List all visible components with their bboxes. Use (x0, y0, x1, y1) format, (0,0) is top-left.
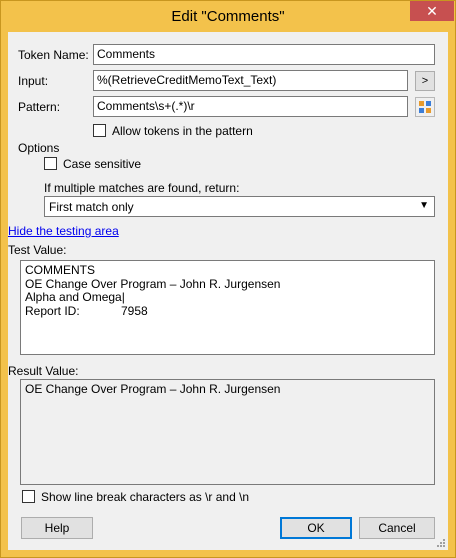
multiple-matches-select[interactable]: First match only ▼ (44, 196, 435, 217)
grid-icon (419, 101, 431, 113)
token-name-input[interactable]: Comments (93, 44, 435, 65)
multiple-matches-label: If multiple matches are found, return: (44, 181, 240, 195)
ok-button[interactable]: OK (280, 517, 352, 539)
insert-token-button[interactable]: > (415, 71, 435, 91)
dialog-title: Edit "Comments" (171, 8, 285, 25)
test-value-label: Test Value: (8, 243, 67, 257)
case-sensitive-checkbox[interactable] (44, 157, 57, 170)
test-line: Alpha and Omega| (25, 290, 125, 304)
cancel-button[interactable]: Cancel (359, 517, 435, 539)
pattern-builder-button[interactable] (415, 97, 435, 117)
test-line: Report ID: 7958 (25, 303, 148, 318)
pattern-label: Pattern: (18, 100, 61, 114)
input-field[interactable]: %(RetrieveCreditMemoText_Text) (93, 70, 408, 91)
options-label: Options (18, 141, 60, 155)
dialog-body: Token Name: Comments Input: %(RetrieveCr… (8, 32, 448, 550)
input-label: Input: (18, 74, 49, 88)
allow-tokens-label: Allow tokens in the pattern (112, 124, 253, 138)
show-line-breaks-label: Show line break characters as \r and \n (41, 490, 250, 504)
test-line: COMMENTS (25, 263, 95, 277)
help-button[interactable]: Help (21, 517, 93, 539)
result-value-label: Result Value: (8, 364, 79, 378)
chevron-right-icon: > (421, 75, 429, 87)
resize-grip-icon[interactable] (436, 538, 446, 548)
result-value-area: OE Change Over Program – John R. Jurgens… (20, 379, 435, 485)
text-cursor: | (121, 290, 125, 304)
close-button[interactable]: ✕ (410, 1, 454, 21)
multiple-matches-value: First match only (49, 200, 134, 214)
hide-testing-area-link[interactable]: Hide the testing area (8, 224, 119, 238)
chevron-down-icon: ▼ (419, 200, 429, 211)
test-line: OE Change Over Program – John R. Jurgens… (25, 276, 281, 291)
close-icon: ✕ (426, 3, 438, 19)
token-name-label: Token Name: (18, 48, 89, 62)
dialog-window: Edit "Comments" ✕ Token Name: Comments I… (0, 0, 456, 558)
pattern-input[interactable]: Comments\s+(.*)\r (93, 96, 408, 117)
case-sensitive-label: Case sensitive (63, 157, 142, 171)
allow-tokens-checkbox[interactable] (93, 124, 106, 137)
result-line: OE Change Over Program – John R. Jurgens… (25, 382, 281, 396)
title-bar[interactable]: Edit "Comments" ✕ (1, 1, 455, 32)
test-value-textarea[interactable]: COMMENTS OE Change Over Program – John R… (20, 260, 435, 355)
show-line-breaks-checkbox[interactable] (22, 490, 35, 503)
